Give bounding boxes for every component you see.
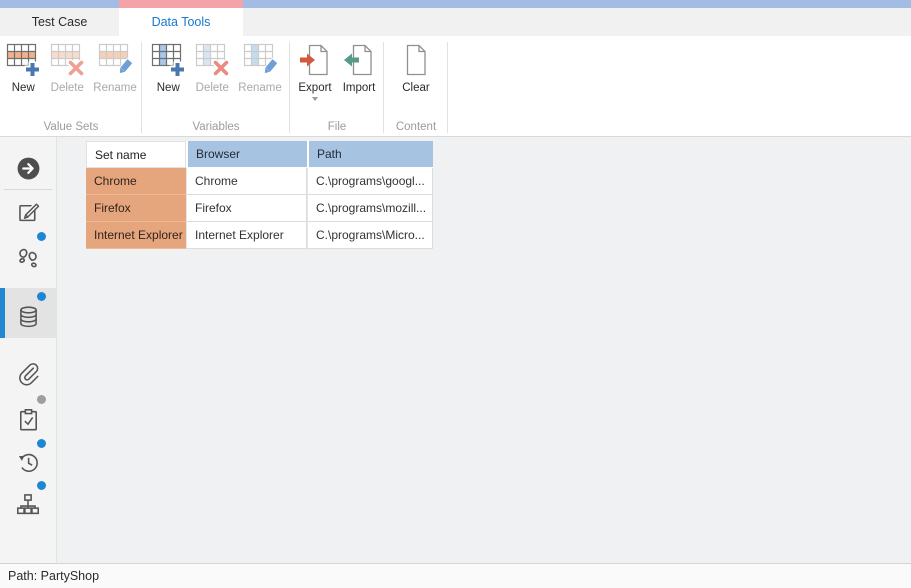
group-label-variables: Variables (142, 121, 290, 133)
paperclip-icon (16, 361, 41, 387)
column-header-set-name[interactable]: Set name (86, 141, 186, 168)
data-sets-badge (37, 292, 46, 301)
export-dropdown-chevron-icon[interactable] (312, 97, 318, 101)
value-sets-rename-button[interactable]: Rename (89, 43, 140, 94)
tab-data-tools[interactable]: Data Tools (119, 8, 243, 36)
column-header-browser[interactable]: Browser (186, 141, 307, 168)
edit-pencil-icon (16, 199, 41, 224)
history-badge (37, 439, 46, 448)
row-ie-set-name[interactable]: Internet Explorer (86, 222, 186, 249)
row-firefox-browser[interactable]: Firefox (186, 195, 307, 222)
button-label: New (12, 82, 35, 94)
steps-badge (37, 232, 46, 241)
blank-file-icon (399, 43, 433, 77)
left-sidebar (0, 137, 57, 563)
import-file-icon (342, 43, 376, 77)
row-firefox-set-name[interactable]: Firefox (86, 195, 186, 222)
ribbon-tab-bar: Test Case Data Tools (0, 8, 911, 36)
row-ie-browser[interactable]: Internet Explorer (186, 222, 307, 249)
table-delete-icon (50, 43, 84, 77)
sidebar-item-start[interactable] (0, 156, 56, 181)
variables-rename-button[interactable]: Rename (234, 43, 285, 94)
value-sets-table: Set name Browser Path Chrome Chrome C.\p… (86, 141, 433, 249)
button-label: Delete (196, 82, 229, 94)
column-add-icon (151, 43, 185, 77)
variables-delete-button[interactable]: Delete (190, 43, 234, 94)
window-top-strip (0, 0, 911, 8)
tab-test-case[interactable]: Test Case (0, 8, 119, 36)
sidebar-item-checklist[interactable] (0, 407, 56, 433)
row-chrome-path[interactable]: C.\programs\googl... (307, 168, 433, 195)
table-rename-icon (98, 43, 132, 77)
export-button[interactable]: Export (293, 43, 337, 101)
database-icon (16, 304, 41, 330)
button-label: Rename (238, 82, 281, 94)
active-tab-accent (119, 0, 243, 8)
sidebar-item-attachments[interactable] (0, 361, 56, 387)
variables-new-button[interactable]: New (146, 43, 190, 94)
row-chrome-set-name[interactable]: Chrome (86, 168, 186, 195)
export-file-icon (298, 43, 332, 77)
status-bar: Path: PartyShop (0, 563, 911, 588)
structure-badge (37, 481, 46, 490)
sidebar-item-data-sets[interactable] (0, 304, 56, 330)
clear-button[interactable]: Clear (394, 43, 438, 94)
sidebar-item-edit[interactable] (0, 199, 56, 224)
row-ie-path[interactable]: C.\programs\Micro... (307, 222, 433, 249)
table-add-icon (6, 43, 40, 77)
value-sets-delete-button[interactable]: Delete (45, 43, 89, 94)
column-header-path[interactable]: Path (307, 141, 433, 168)
sidebar-item-structure[interactable] (0, 492, 56, 517)
button-label: Export (298, 82, 331, 94)
history-clock-icon (15, 450, 41, 475)
button-label: New (157, 82, 180, 94)
group-file: Export Import File (290, 36, 384, 136)
button-label: Clear (402, 82, 429, 94)
column-delete-icon (195, 43, 229, 77)
value-sets-new-button[interactable]: New (1, 43, 45, 94)
button-label: Import (343, 82, 376, 94)
button-label: Delete (51, 82, 84, 94)
group-content: Clear Content (384, 36, 448, 136)
column-rename-icon (243, 43, 277, 77)
group-label-content: Content (384, 121, 448, 133)
footsteps-icon (15, 244, 41, 270)
checklist-badge (37, 395, 46, 404)
group-label-file: File (290, 121, 384, 133)
ribbon: New Delete (0, 36, 911, 137)
group-value-sets: New Delete (0, 36, 142, 136)
import-button[interactable]: Import (337, 43, 381, 101)
status-path-text: Path: PartyShop (8, 569, 99, 583)
group-label-value-sets: Value Sets (0, 121, 142, 133)
clipboard-check-icon (16, 407, 41, 433)
sidebar-item-history[interactable] (0, 450, 56, 475)
row-firefox-path[interactable]: C.\programs\mozill... (307, 195, 433, 222)
arrow-circle-right-icon (16, 156, 41, 181)
group-variables: New Delete (142, 36, 290, 136)
row-chrome-browser[interactable]: Chrome (186, 168, 307, 195)
sidebar-divider (4, 189, 52, 190)
sidebar-item-steps[interactable] (0, 244, 56, 270)
button-label: Rename (93, 82, 136, 94)
org-chart-icon (15, 492, 41, 517)
